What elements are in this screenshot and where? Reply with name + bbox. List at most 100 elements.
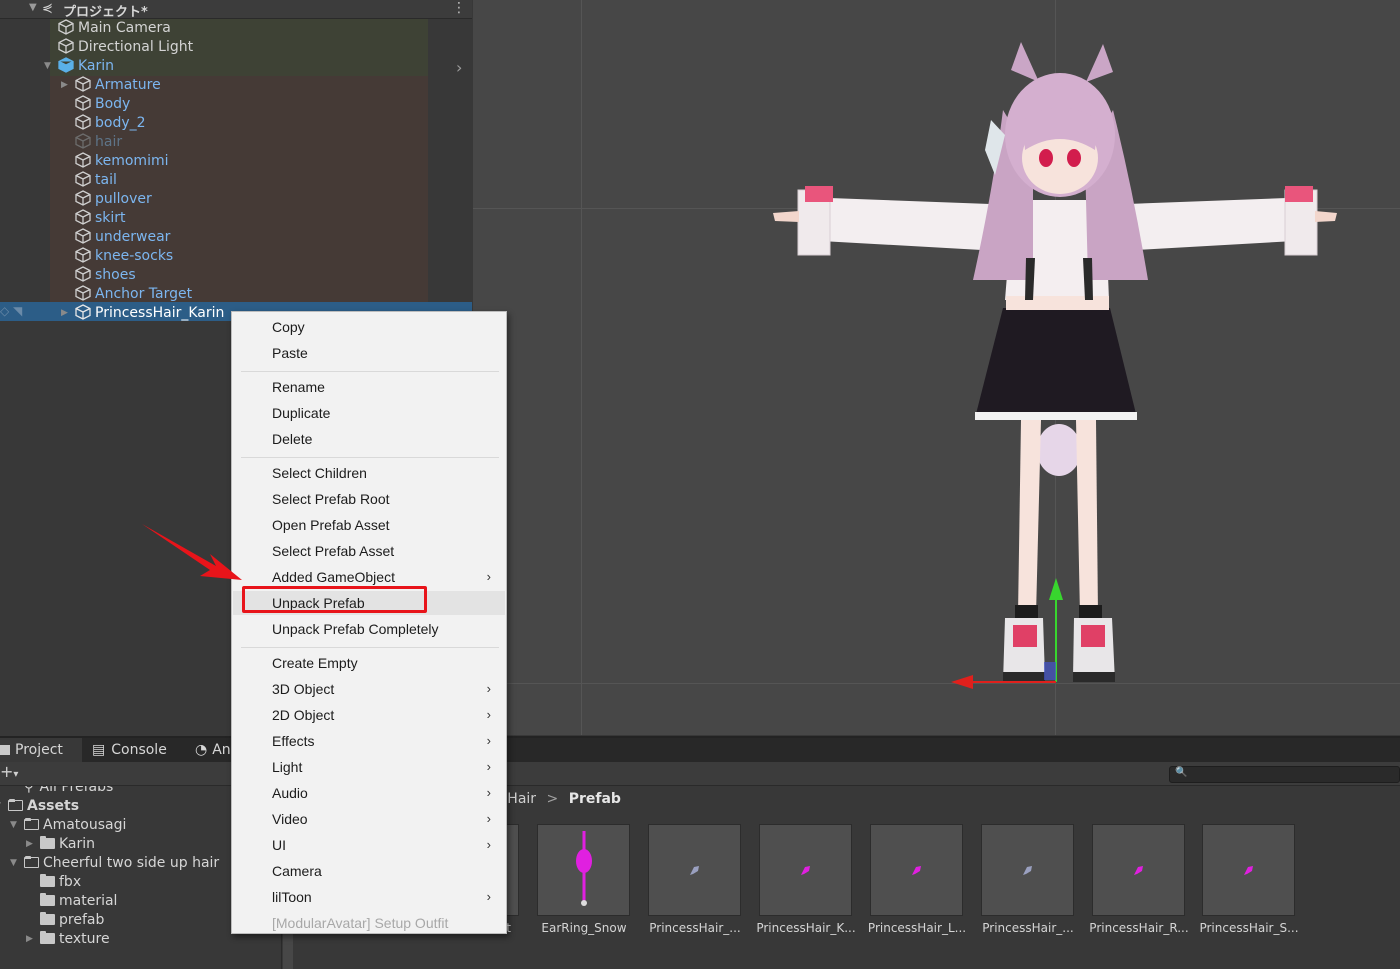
bottom-tab-bar: Project ▤ Console ◔ An [0,738,1400,762]
avatar-right-hand [1315,211,1337,222]
menu-item-label: Audio [272,785,308,801]
menu-item-light[interactable]: Light › [233,755,505,779]
menu-item-duplicate[interactable]: Duplicate [233,401,505,425]
menu-item-effects[interactable]: Effects › [233,729,505,753]
gameobject-cube-icon [75,247,91,263]
expanded-arrow-icon[interactable]: ▼ [44,57,51,76]
project-tree-label: prefab [59,912,105,928]
project-tree-item[interactable]: fbx [40,873,81,892]
asset-tile[interactable] [537,824,630,916]
project-tree-item[interactable]: ⚲ All Prefabs [24,786,113,797]
chevron-right-icon[interactable]: › [456,58,462,77]
asset-label: PrincessHair_L... [867,921,967,935]
menu-item-label: Camera [272,863,322,879]
project-tree-label: All Prefabs [39,786,114,795]
hierarchy-item[interactable]: Directional Light [58,38,193,57]
scene-view[interactable] [473,0,1400,735]
tab-label: An [212,742,231,758]
tab-console[interactable]: ▤ Console [92,738,184,762]
menu-item-video[interactable]: Video › [233,807,505,831]
asset-thumbnail-icon [1244,866,1253,875]
collapse-arrow-icon[interactable]: ▼ [29,2,37,13]
expanded-arrow-icon[interactable]: ▼ [10,854,17,873]
menu-item-camera[interactable]: Camera [233,859,505,883]
menu-item-delete[interactable]: Delete [233,427,505,451]
menu-item-unpack-prefab-completely[interactable]: Unpack Prefab Completely [233,617,505,641]
asset-tile[interactable] [1202,824,1295,916]
project-tree-item[interactable]: ▶ Karin [26,835,95,854]
tab-animation[interactable]: ◔ An [195,738,235,762]
menu-item-open-prefab-asset[interactable]: Open Prefab Asset [233,513,505,537]
folder-icon [40,874,55,887]
menu-item-paste[interactable]: Paste [233,341,505,365]
kebab-menu-icon[interactable]: ⋮ [452,0,466,16]
hierarchy-item[interactable]: ▶ Armature [61,76,161,95]
hierarchy-item[interactable]: body_2 [75,114,146,133]
submenu-chevron-icon: › [486,569,491,584]
collapsed-arrow-icon[interactable]: ▶ [26,930,33,949]
hierarchy-item[interactable]: knee-socks [75,247,173,266]
menu-item-label: [ModularAvatar] Setup Outfit [272,915,449,931]
breadcrumb-separator: > [546,791,559,807]
menu-item-create-empty[interactable]: Create Empty [233,651,505,675]
hierarchy-item-label: Karin [78,58,115,74]
folder-open-icon [24,818,39,830]
tab-project[interactable]: Project [0,738,82,762]
menu-item-3d-object[interactable]: 3D Object › [233,677,505,701]
hierarchy-item[interactable]: tail [75,171,117,190]
hierarchy-scene-header[interactable]: ▼ ⋞ プロジェクト* ⋮ [0,0,472,20]
folder-icon [40,836,55,849]
project-search-input[interactable]: 🔍 [1169,766,1400,783]
collapsed-arrow-icon[interactable]: ▶ [61,304,68,323]
hierarchy-item[interactable]: skirt [75,209,126,228]
gizmo-y-arrow-icon[interactable] [1049,578,1063,600]
avatar-left-ear [1011,42,1039,82]
asset-tile[interactable] [648,824,741,916]
menu-item-liltoon[interactable]: lilToon › [233,885,505,909]
menu-item-label: Select Children [272,465,367,481]
hierarchy-item[interactable]: underwear [75,228,170,247]
project-tree-item[interactable]: ▼ Cheerful two side up hair [10,854,219,873]
avatar-left-eye [1039,149,1053,167]
menu-item-label: Added GameObject [272,569,395,585]
project-tree-item[interactable]: ▼ Assets [0,797,80,816]
hierarchy-item[interactable]: ▼ Karin [44,57,115,76]
expanded-arrow-icon[interactable]: ▼ [10,816,17,835]
asset-tile[interactable] [981,824,1074,916]
menu-item-ui[interactable]: UI › [233,833,505,857]
collapsed-arrow-icon[interactable]: ▶ [26,835,33,854]
avatar-skirt-trim [975,412,1137,420]
menu-item-copy[interactable]: Copy [233,315,505,339]
hierarchy-item[interactable]: Anchor Target [75,285,192,304]
avatar-right-ear [1086,44,1113,82]
hierarchy-item-label: Armature [95,77,161,93]
hierarchy-item[interactable]: Body [75,95,130,114]
project-tree-item[interactable]: material [40,892,117,911]
hierarchy-item[interactable]: Main Camera [58,19,171,38]
menu-item-select-children[interactable]: Select Children [233,461,505,485]
menu-item-audio[interactable]: Audio › [233,781,505,805]
hierarchy-item[interactable]: shoes [75,266,136,285]
menu-item-select-prefab-root[interactable]: Select Prefab Root [233,487,505,511]
project-tree-label: Assets [27,798,80,814]
gizmo-x-arrow-icon[interactable] [951,675,973,689]
hierarchy-item[interactable]: kemomimi [75,152,168,171]
expanded-arrow-icon[interactable]: ▼ [0,797,1,816]
menu-item-rename[interactable]: Rename [233,375,505,399]
gameobject-cube-icon [75,152,91,168]
menu-item-select-prefab-asset[interactable]: Select Prefab Asset [233,539,505,563]
hierarchy-item[interactable]: pullover [75,190,152,209]
asset-tile[interactable] [1092,824,1185,916]
hierarchy-item[interactable]: ▶ PrincessHair_Karin [61,304,224,323]
asset-tile[interactable] [759,824,852,916]
hierarchy-item[interactable]: hair [75,133,122,152]
gizmo-plane-handle[interactable] [1044,662,1056,680]
menu-item-2d-object[interactable]: 2D Object › [233,703,505,727]
asset-tile[interactable] [870,824,963,916]
project-tree-item[interactable]: ▼ Amatousagi [10,816,126,835]
project-tree-item[interactable]: prefab [40,911,104,930]
collapsed-arrow-icon[interactable]: ▶ [61,76,68,95]
project-tree-item[interactable]: ▶ texture [26,930,110,949]
add-dropdown-button[interactable]: +▾ [0,762,18,781]
visibility-icon[interactable]: ◇ ◥ [0,304,22,318]
